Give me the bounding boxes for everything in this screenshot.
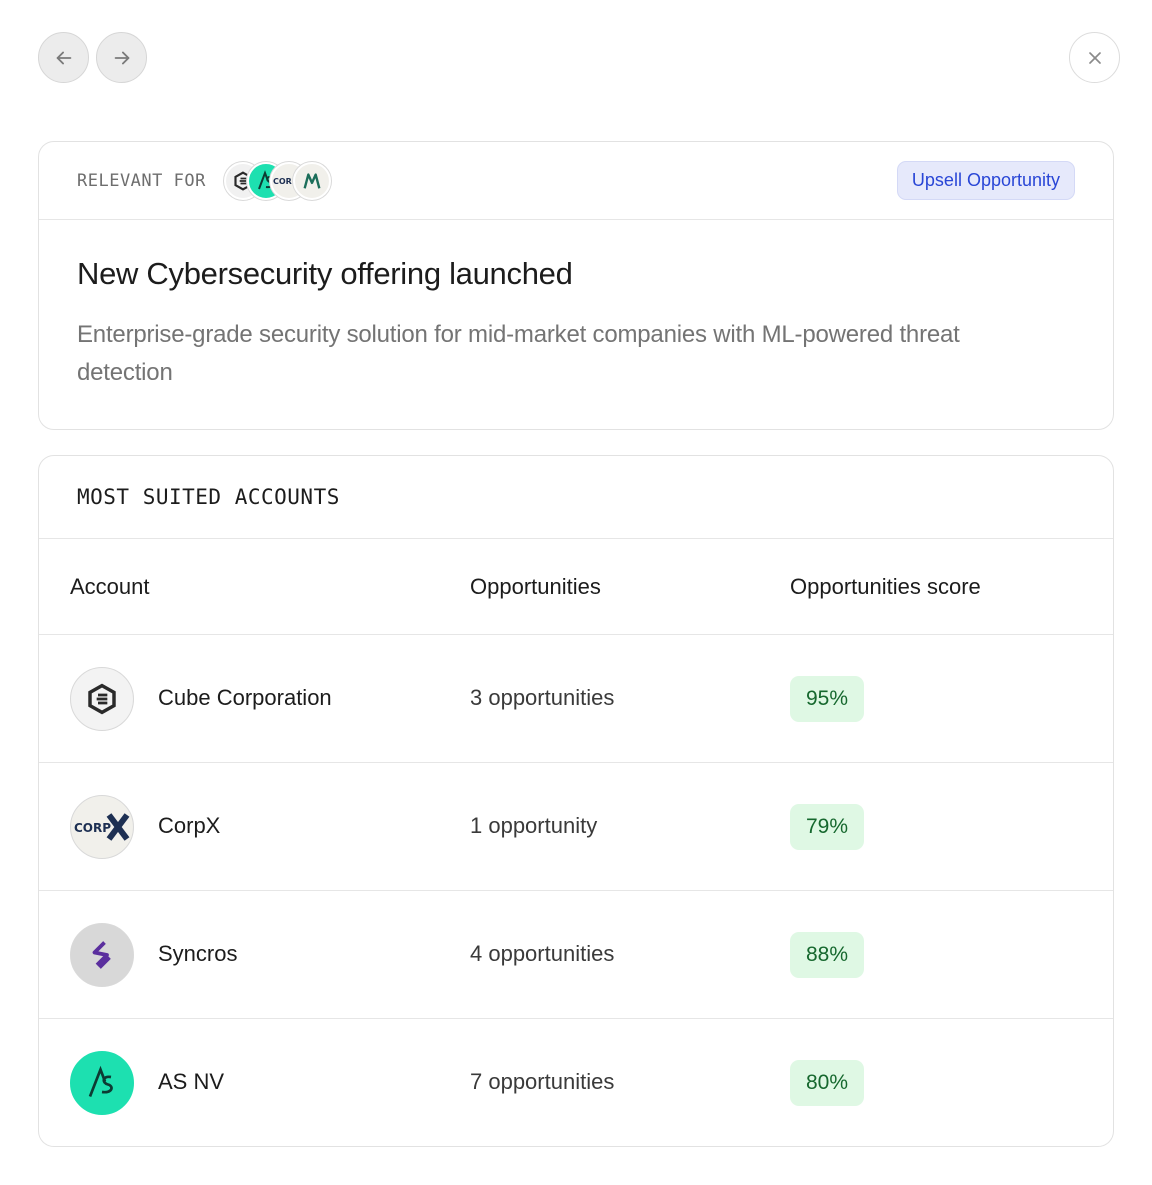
opportunity-card-header: RELEVANT FOR CORP Upsell Opportunity [39, 142, 1113, 220]
m-logo-icon [292, 161, 331, 200]
account-name: Syncros [158, 941, 238, 966]
opportunities-count: 4 opportunities [470, 941, 615, 966]
column-header-score: Opportunities score [790, 574, 981, 599]
corpx-logo-icon: CORP [70, 795, 134, 859]
opportunity-card-body: New Cybersecurity offering launched Ente… [39, 220, 1113, 392]
close-button[interactable] [1069, 32, 1120, 83]
table-header: Account Opportunities Opportunities scor… [39, 539, 1113, 635]
table-row[interactable]: Cube Corporation 3 opportunities 95% [39, 635, 1113, 763]
table-row[interactable]: AS NV 7 opportunities 80% [39, 1019, 1113, 1146]
opportunities-count: 1 opportunity [470, 813, 598, 838]
asnv-logo-icon [70, 1051, 134, 1115]
score-badge: 79% [790, 804, 865, 850]
score-badge: 95% [790, 676, 865, 722]
upsell-opportunity-tag[interactable]: Upsell Opportunity [896, 161, 1075, 200]
column-header-account: Account [70, 574, 150, 599]
opportunity-card: RELEVANT FOR CORP Upsell Opportunity New… [38, 141, 1114, 430]
opportunities-count: 3 opportunities [470, 685, 615, 710]
page-title: New Cybersecurity offering launched [77, 256, 573, 291]
back-button[interactable] [38, 32, 89, 83]
arrow-right-icon [114, 51, 129, 64]
opportunity-description: Enterprise-grade security solution for m… [77, 321, 960, 386]
syncros-logo-icon [70, 923, 134, 987]
table-row[interactable]: CORP CorpX 1 opportunity 79% [39, 763, 1113, 891]
svg-text:CORP: CORP [74, 821, 111, 835]
score-badge: 88% [790, 932, 865, 978]
account-name: Cube Corporation [158, 685, 332, 710]
accounts-card: MOST SUITED ACCOUNTS Account Opportuniti… [38, 455, 1114, 1147]
accounts-card-header: MOST SUITED ACCOUNTS [39, 456, 1113, 539]
section-title: MOST SUITED ACCOUNTS [77, 485, 340, 509]
table-row[interactable]: Syncros 4 opportunities 88% [39, 891, 1113, 1019]
arrow-left-icon [56, 51, 71, 64]
forward-button[interactable] [96, 32, 147, 83]
opportunities-count: 7 opportunities [470, 1069, 615, 1094]
account-name: AS NV [158, 1069, 225, 1094]
close-icon [1088, 51, 1101, 64]
relevant-logos: CORP [223, 161, 331, 200]
account-name: CorpX [158, 813, 221, 838]
column-header-opportunities: Opportunities [470, 574, 601, 599]
relevant-for-label: RELEVANT FOR [77, 170, 206, 191]
score-badge: 80% [790, 1060, 865, 1106]
cube-logo-icon [70, 667, 134, 731]
